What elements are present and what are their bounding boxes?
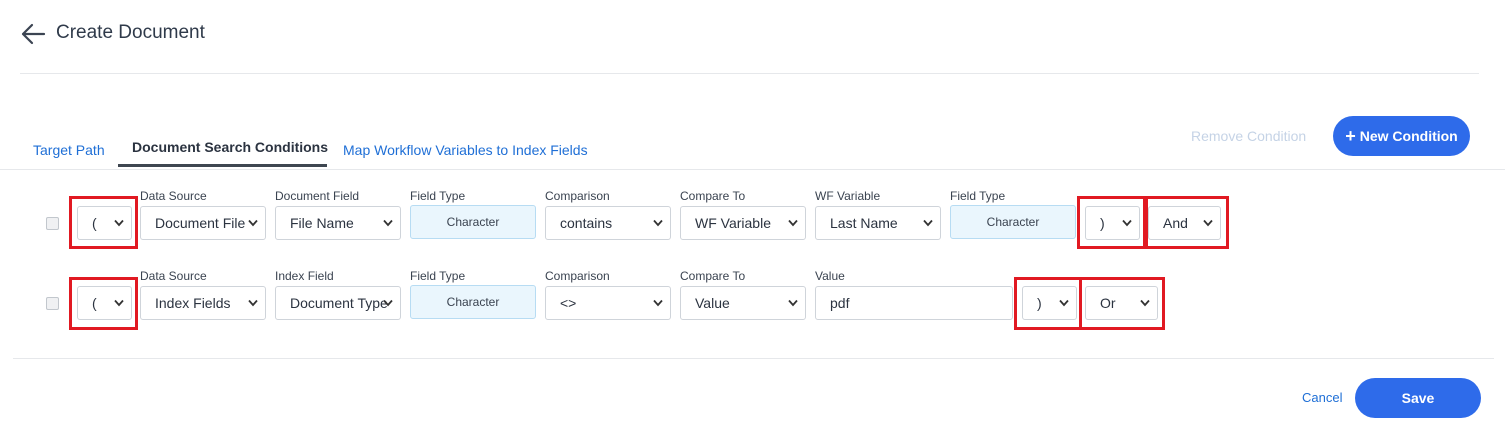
document-field-label: Document Field xyxy=(275,189,360,203)
tab-map-workflow-variables[interactable]: Map Workflow Variables to Index Fields xyxy=(343,142,588,158)
value-label: Value xyxy=(815,269,845,283)
chevron-down-icon xyxy=(1140,299,1150,307)
close-paren-value: ) xyxy=(1037,295,1042,311)
row-checkbox[interactable] xyxy=(46,297,59,310)
data-source-select[interactable]: Document File xyxy=(140,206,266,240)
comparison-value: contains xyxy=(560,215,613,231)
data-source-label: Data Source xyxy=(140,189,207,203)
field-type-badge: Character xyxy=(410,285,536,319)
compare-to-label: Compare To xyxy=(680,269,746,283)
compare-to-select[interactable]: Value xyxy=(680,286,806,320)
comparison-value: <> xyxy=(560,295,577,311)
chevron-down-icon xyxy=(248,219,258,227)
document-field-select[interactable]: File Name xyxy=(275,206,401,240)
wf-variable-value: Last Name xyxy=(830,215,898,231)
page-title: Create Document xyxy=(56,22,205,43)
chevron-down-icon xyxy=(1203,219,1213,227)
compare-to-label: Compare To xyxy=(680,189,746,203)
logic-operator-select[interactable]: Or xyxy=(1085,286,1158,320)
chevron-down-icon xyxy=(923,219,933,227)
field-type-label: Field Type xyxy=(410,269,466,283)
chevron-down-icon xyxy=(114,299,124,307)
tab-document-search-conditions[interactable]: Document Search Conditions xyxy=(132,139,328,155)
compare-to-select[interactable]: WF Variable xyxy=(680,206,806,240)
index-field-value: Document Type xyxy=(290,295,388,311)
logic-operator-select[interactable]: And xyxy=(1148,206,1221,240)
wf-variable-label: WF Variable xyxy=(815,189,881,203)
logic-operator-value: Or xyxy=(1100,295,1116,311)
comparison-select[interactable]: contains xyxy=(545,206,671,240)
close-paren-select[interactable]: ) xyxy=(1085,206,1140,240)
chevron-down-icon xyxy=(383,299,393,307)
logic-operator-value: And xyxy=(1163,215,1188,231)
chevron-down-icon xyxy=(1059,299,1069,307)
open-paren-value: ( xyxy=(92,215,97,231)
field-type-label: Field Type xyxy=(410,189,466,203)
tab-target-path[interactable]: Target Path xyxy=(33,142,105,158)
remove-condition-button[interactable]: Remove Condition xyxy=(1191,128,1306,144)
open-paren-select[interactable]: ( xyxy=(77,286,132,320)
chevron-down-icon xyxy=(114,219,124,227)
footer-divider xyxy=(13,358,1494,359)
chevron-down-icon xyxy=(383,219,393,227)
chevron-down-icon xyxy=(248,299,258,307)
chevron-down-icon xyxy=(653,219,663,227)
data-source-select[interactable]: Index Fields xyxy=(140,286,266,320)
field-type-badge: Character xyxy=(410,205,536,239)
arrow-left-icon[interactable] xyxy=(20,22,46,46)
row-checkbox[interactable] xyxy=(46,217,59,230)
chevron-down-icon xyxy=(788,299,798,307)
cancel-button[interactable]: Cancel xyxy=(1302,390,1342,405)
active-tab-indicator xyxy=(118,164,327,167)
close-paren-value: ) xyxy=(1100,215,1105,231)
chevron-down-icon xyxy=(788,219,798,227)
compare-to-value: Value xyxy=(695,295,730,311)
comparison-label: Comparison xyxy=(545,269,610,283)
new-condition-label: New Condition xyxy=(1359,128,1458,144)
save-button[interactable]: Save xyxy=(1355,378,1481,418)
compare-to-value: WF Variable xyxy=(695,215,771,231)
comparison-label: Comparison xyxy=(545,189,610,203)
wf-field-type-label: Field Type xyxy=(950,189,1006,203)
index-field-select[interactable]: Document Type xyxy=(275,286,401,320)
wf-field-type-badge: Character xyxy=(950,205,1076,239)
data-source-value: Index Fields xyxy=(155,295,231,311)
open-paren-select[interactable]: ( xyxy=(77,206,132,240)
value-input[interactable]: pdf xyxy=(815,286,1013,320)
comparison-select[interactable]: <> xyxy=(545,286,671,320)
data-source-label: Data Source xyxy=(140,269,207,283)
document-field-value: File Name xyxy=(290,215,354,231)
chevron-down-icon xyxy=(1122,219,1132,227)
wf-variable-select[interactable]: Last Name xyxy=(815,206,941,240)
close-paren-select[interactable]: ) xyxy=(1022,286,1077,320)
tabs-divider xyxy=(0,169,1505,170)
new-condition-button[interactable]: + New Condition xyxy=(1333,116,1470,156)
chevron-down-icon xyxy=(653,299,663,307)
index-field-label: Index Field xyxy=(275,269,334,283)
data-source-value: Document File xyxy=(155,215,246,231)
plus-icon: + xyxy=(1345,125,1356,146)
header-divider xyxy=(20,73,1479,74)
open-paren-value: ( xyxy=(92,295,97,311)
